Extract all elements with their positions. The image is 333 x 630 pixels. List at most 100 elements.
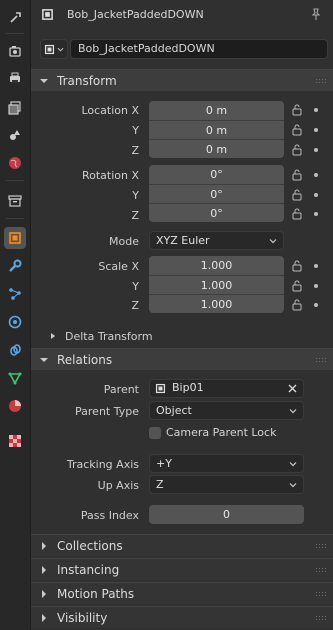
keyframe-dot[interactable] xyxy=(314,264,318,268)
material-icon xyxy=(9,400,21,412)
visibility-panel-header[interactable]: Visibility xyxy=(31,606,333,628)
camera-parent-lock-label: Camera Parent Lock xyxy=(166,426,277,439)
lock-icon[interactable] xyxy=(291,124,303,136)
rotation-x-field[interactable]: 0° xyxy=(149,165,284,184)
pin-icon[interactable] xyxy=(309,7,323,21)
location-y-field[interactable]: 0 m xyxy=(149,120,284,139)
panel-title: Transform xyxy=(57,73,117,88)
parent-field[interactable]: Bip01 xyxy=(149,379,304,398)
chevron-down-icon xyxy=(40,357,48,362)
scale-z-field[interactable]: 1.000 xyxy=(149,294,284,313)
relations-panel-header[interactable]: Relations xyxy=(31,348,333,370)
chevron-down-icon xyxy=(269,239,277,244)
drag-grip-icon[interactable] xyxy=(315,615,327,621)
render-tab[interactable] xyxy=(4,40,26,62)
rotation-z-label: Z xyxy=(131,209,139,222)
rotation-x-label: Rotation X xyxy=(81,169,139,182)
texture-tab[interactable] xyxy=(4,430,26,452)
object-type-dropdown[interactable] xyxy=(40,39,68,59)
location-x-field[interactable]: 0 m xyxy=(149,101,284,120)
drag-grip-icon[interactable] xyxy=(315,567,327,573)
scale-x-field[interactable]: 1.000 xyxy=(149,256,284,275)
object-icon xyxy=(42,9,53,20)
scale-z-label: Z xyxy=(131,299,139,312)
drag-grip-icon[interactable] xyxy=(315,591,327,597)
chevron-down-icon xyxy=(40,78,48,83)
scale-x-label: Scale X xyxy=(98,260,139,273)
view-layer-icon xyxy=(8,101,21,115)
keyframe-dot[interactable] xyxy=(314,193,318,197)
tracking-axis-value: +Y xyxy=(156,457,172,470)
properties-header: Bob_JacketPaddedDOWN xyxy=(31,0,333,30)
instancing-panel-header[interactable]: Instancing xyxy=(31,558,333,580)
data-tab[interactable] xyxy=(4,367,26,389)
tracking-axis-dropdown[interactable]: +Y xyxy=(149,454,304,473)
parent-value: Bip01 xyxy=(172,381,204,394)
collection-tab[interactable] xyxy=(4,190,26,212)
scene-tab[interactable] xyxy=(4,124,26,146)
keyframe-dot[interactable] xyxy=(314,128,318,132)
scene-icon xyxy=(10,130,20,140)
rotation-mode-dropdown[interactable]: XYZ Euler xyxy=(149,231,284,250)
parent-type-dropdown[interactable]: Object xyxy=(149,401,304,420)
properties-tab-bar xyxy=(0,0,31,630)
keyframe-dot[interactable] xyxy=(314,212,318,216)
motion-paths-panel-header[interactable]: Motion Paths xyxy=(31,582,333,604)
tracking-axis-label: Tracking Axis xyxy=(66,458,139,471)
pass-index-field[interactable]: 0 xyxy=(149,505,304,524)
drag-grip-icon[interactable] xyxy=(315,357,327,363)
rotation-y-label: Y xyxy=(132,189,139,202)
chevron-down-icon xyxy=(57,47,64,52)
render-icon xyxy=(9,46,21,57)
rotation-z-field[interactable]: 0° xyxy=(149,203,284,222)
transform-panel-header[interactable]: Transform xyxy=(31,69,333,91)
view-layer-tab[interactable] xyxy=(4,97,26,119)
chevron-right-icon xyxy=(42,613,46,622)
rotation-y-field[interactable]: 0° xyxy=(149,184,284,203)
tool-icon xyxy=(10,12,21,23)
properties-editor: Bob_JacketPaddedDOWN Bob_JacketPaddedDOW… xyxy=(31,0,333,630)
output-icon xyxy=(10,72,20,83)
lock-icon[interactable] xyxy=(291,280,303,292)
output-tab[interactable] xyxy=(4,67,26,89)
constraints-tab[interactable] xyxy=(4,339,26,361)
particles-tab[interactable] xyxy=(4,283,26,305)
location-z-field[interactable]: 0 m xyxy=(149,139,284,158)
constraints-icon xyxy=(10,344,21,356)
camera-parent-lock-checkbox[interactable] xyxy=(149,427,161,439)
keyframe-dot[interactable] xyxy=(314,173,318,177)
drag-grip-icon[interactable] xyxy=(315,543,327,549)
chevron-right-icon xyxy=(51,333,55,339)
up-axis-label: Up Axis xyxy=(97,479,139,492)
keyframe-dot[interactable] xyxy=(314,284,318,288)
collections-panel-header[interactable]: Collections xyxy=(31,534,333,556)
delta-transform-subpanel[interactable]: Delta Transform xyxy=(49,328,153,344)
keyframe-dot[interactable] xyxy=(314,303,318,307)
object-name-field[interactable]: Bob_JacketPaddedDOWN xyxy=(70,39,328,59)
particles-icon xyxy=(9,288,21,300)
lock-icon[interactable] xyxy=(291,144,303,156)
lock-icon[interactable] xyxy=(291,104,303,116)
chevron-right-icon xyxy=(42,565,46,574)
up-axis-dropdown[interactable]: Z xyxy=(149,475,304,494)
lock-icon[interactable] xyxy=(291,299,303,311)
world-tab[interactable] xyxy=(4,152,26,174)
lock-icon[interactable] xyxy=(291,208,303,220)
material-tab[interactable] xyxy=(4,395,26,417)
scale-y-field[interactable]: 1.000 xyxy=(149,275,284,294)
close-icon[interactable] xyxy=(288,384,297,393)
object-name-bar: Bob_JacketPaddedDOWN xyxy=(40,39,328,59)
location-x-label: Location X xyxy=(81,104,139,117)
keyframe-dot[interactable] xyxy=(314,108,318,112)
drag-grip-icon[interactable] xyxy=(315,78,327,84)
chevron-down-icon xyxy=(289,483,297,488)
panel-title: Visibility xyxy=(57,610,108,625)
lock-icon[interactable] xyxy=(291,189,303,201)
lock-icon[interactable] xyxy=(291,260,303,272)
object-tab[interactable] xyxy=(4,227,26,249)
tool-tab[interactable] xyxy=(4,7,26,29)
keyframe-dot[interactable] xyxy=(314,148,318,152)
lock-icon[interactable] xyxy=(291,169,303,181)
physics-tab[interactable] xyxy=(4,311,26,333)
modifier-tab[interactable] xyxy=(4,255,26,277)
